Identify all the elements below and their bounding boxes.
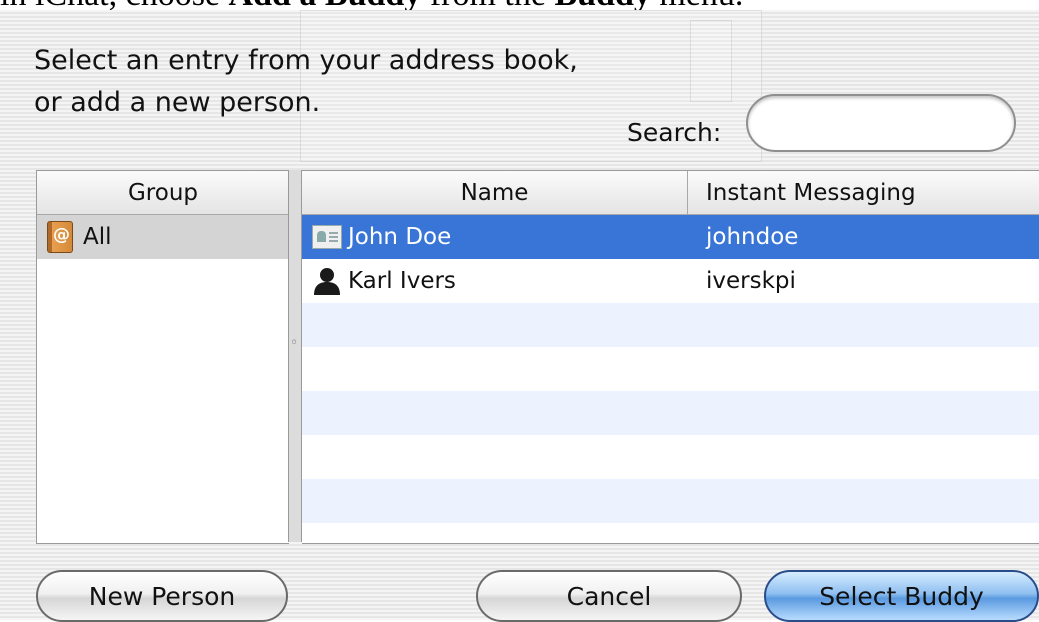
group-item-all[interactable]: All (37, 215, 289, 259)
empty-row (302, 391, 1039, 435)
search-input[interactable] (746, 94, 1016, 152)
row-im-cell: johndoe (706, 224, 799, 250)
pane-splitter[interactable]: ◦ (288, 170, 302, 542)
empty-row (302, 479, 1039, 523)
row-name-text: Karl Ivers (348, 268, 456, 294)
person-silhouette-icon (314, 268, 340, 295)
address-book-icon (47, 221, 73, 253)
people-table: Name Instant Messaging John Doe johndoe … (302, 170, 1039, 544)
splitter-grip-icon: ◦ (290, 335, 299, 351)
prompt-line-1: Select an entry from your address book, (34, 45, 578, 76)
row-name-cell: John Doe (312, 224, 451, 250)
group-list: Group All (36, 170, 289, 544)
row-name-cell: Karl Ivers (312, 266, 456, 296)
empty-row (302, 303, 1039, 347)
group-item-label: All (83, 224, 112, 250)
row-im-cell: iverskpi (706, 268, 796, 294)
empty-row (302, 435, 1039, 479)
cancel-button[interactable]: Cancel (476, 570, 742, 622)
sheet-prompt: Select an entry from your address book, … (34, 40, 578, 124)
name-column-header[interactable]: Name (302, 171, 688, 215)
prompt-line-2: or add a new person. (34, 87, 321, 118)
contact-card-icon (312, 225, 342, 249)
background-window-ghost (690, 20, 732, 102)
im-column-header[interactable]: Instant Messaging (688, 171, 1039, 215)
search-label: Search: (627, 118, 722, 147)
new-person-button[interactable]: New Person (36, 570, 288, 622)
add-buddy-sheet: Select an entry from your address book, … (0, 10, 1039, 622)
group-column-header[interactable]: Group (37, 171, 289, 215)
select-buddy-button[interactable]: Select Buddy (764, 570, 1039, 622)
empty-row (302, 347, 1039, 391)
table-row[interactable]: John Doe johndoe (302, 215, 1039, 259)
table-row[interactable]: Karl Ivers iverskpi (302, 259, 1039, 303)
row-name-text: John Doe (348, 224, 452, 250)
